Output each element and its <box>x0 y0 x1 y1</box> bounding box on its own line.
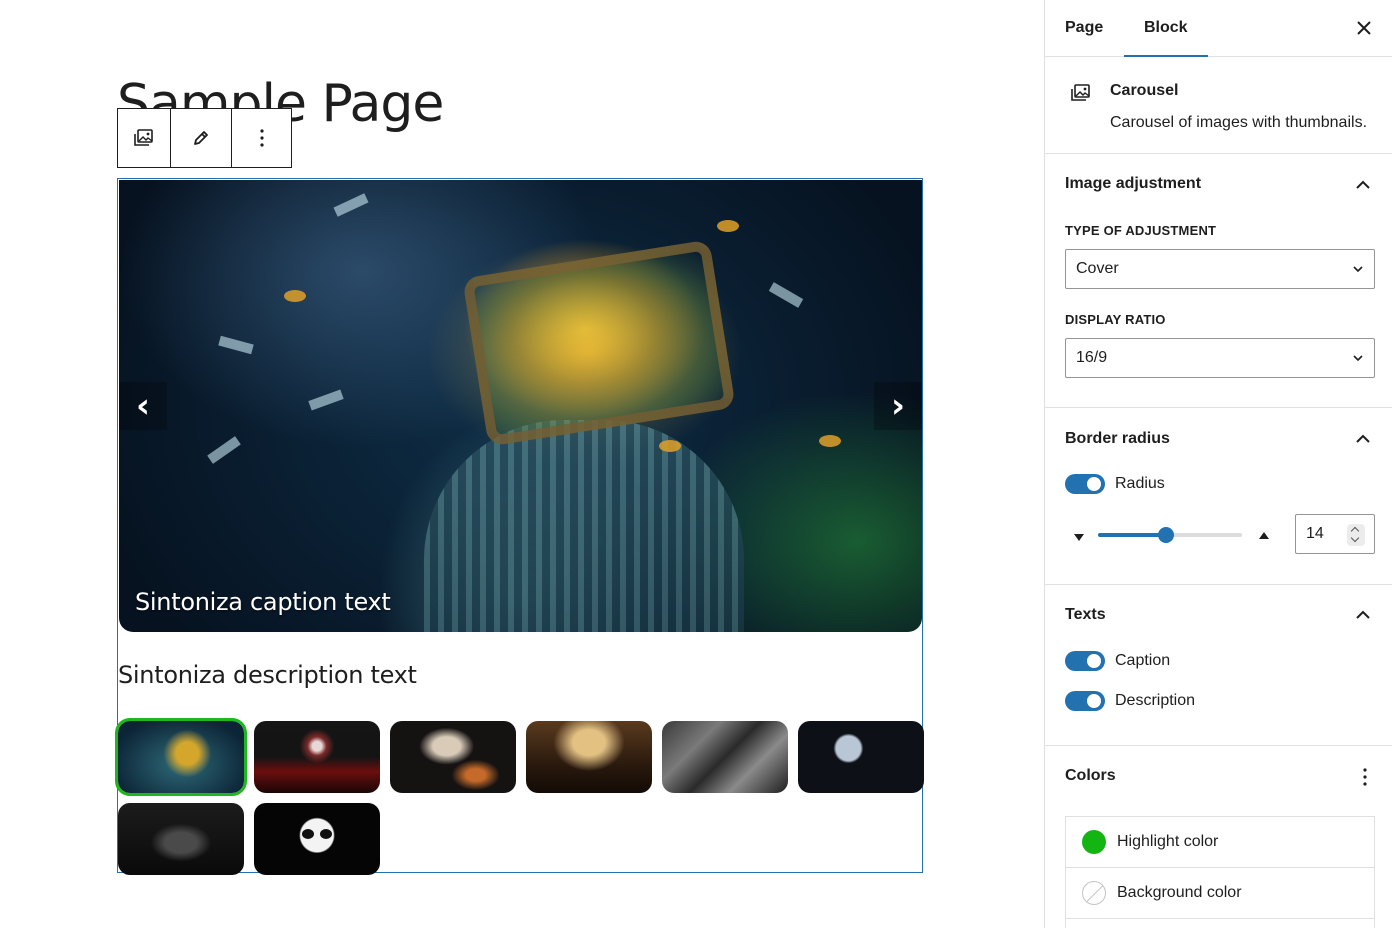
chevron-up-icon <box>1356 610 1370 619</box>
background-color-item[interactable]: Background color <box>1066 868 1374 919</box>
panel-title-image-adjustment[interactable]: Image adjustment <box>1065 175 1201 193</box>
slide-paint-drop <box>819 435 841 447</box>
select-value: Cover <box>1076 260 1119 277</box>
more-vertical-icon <box>1363 768 1367 786</box>
carousel-block[interactable]: ‹ › Sintoniza caption text Sintoniza des… <box>115 178 924 875</box>
slide-shard <box>308 389 344 411</box>
spinner-icon[interactable] <box>1347 524 1365 546</box>
chevron-left-icon: ‹ <box>135 386 150 426</box>
range-thumb[interactable] <box>1157 527 1174 543</box>
color-item-more <box>1066 919 1374 928</box>
display-ratio-select[interactable]: 16/9 <box>1065 338 1375 378</box>
block-card-title: Carousel <box>1110 82 1179 99</box>
chevron-down-icon <box>1353 266 1363 273</box>
toggle-switch[interactable] <box>1065 651 1105 671</box>
color-label: Highlight color <box>1117 833 1219 850</box>
toggle-switch[interactable] <box>1065 691 1105 711</box>
radius-number-input[interactable]: 14 <box>1295 514 1375 554</box>
gallery-icon <box>1071 84 1090 101</box>
radius-range-control: 14 <box>1065 514 1375 554</box>
display-ratio-label: DISPLAY RATIO <box>1065 312 1166 327</box>
slide-shard <box>218 335 254 355</box>
sidebar-tabs: Page Block <box>1045 0 1392 57</box>
chevron-right-icon: › <box>890 386 905 426</box>
close-sidebar-button[interactable] <box>1352 16 1376 40</box>
slide-paint-drop <box>717 220 739 232</box>
thumbnail-1[interactable] <box>115 718 247 796</box>
block-type-button[interactable] <box>118 109 170 167</box>
carousel-next-button[interactable]: › <box>874 382 922 430</box>
chevron-up-icon <box>1356 434 1370 443</box>
range-fill <box>1098 533 1166 537</box>
more-vertical-icon <box>259 129 264 147</box>
color-label: Background color <box>1117 884 1242 901</box>
colors-options-button[interactable] <box>1362 767 1368 792</box>
thumbnail-3[interactable] <box>390 721 516 793</box>
tab-page[interactable]: Page <box>1045 0 1124 56</box>
toggle-switch[interactable] <box>1065 474 1105 494</box>
panel-texts: Texts Caption Description <box>1045 585 1392 746</box>
thumbnail-5[interactable] <box>662 721 788 793</box>
type-of-adjustment-select[interactable]: Cover <box>1065 249 1375 289</box>
block-card: Carousel Carousel of images with thumbna… <box>1045 57 1392 154</box>
highlight-color-item[interactable]: Highlight color <box>1066 817 1374 868</box>
slide-shard <box>207 436 241 464</box>
block-card-description: Carousel of images with thumbnails. <box>1110 114 1368 131</box>
slide-caption[interactable]: Sintoniza caption text <box>135 588 391 616</box>
radius-value: 14 <box>1306 525 1324 542</box>
panel-toggle-button[interactable] <box>1355 606 1371 622</box>
type-of-adjustment-label: TYPE OF ADJUSTMENT <box>1065 223 1217 238</box>
increase-icon[interactable] <box>1259 532 1269 539</box>
slide-figure <box>424 420 744 632</box>
block-toolbar <box>117 108 292 168</box>
slide-paint-drop <box>659 440 681 452</box>
panel-image-adjustment: Image adjustment TYPE OF ADJUSTMENT Cove… <box>1045 154 1392 408</box>
tab-block[interactable]: Block <box>1124 0 1208 57</box>
edit-button[interactable] <box>170 109 231 167</box>
main-slide-image: ‹ › Sintoniza caption text <box>119 180 922 632</box>
panel-title-border-radius[interactable]: Border radius <box>1065 430 1170 448</box>
gallery-icon <box>134 129 153 146</box>
panda-eye <box>320 829 332 839</box>
panel-toggle-button[interactable] <box>1355 176 1371 192</box>
decrease-icon[interactable] <box>1074 534 1084 541</box>
slide-shard <box>768 282 804 308</box>
thumbnail-strip <box>115 718 924 875</box>
select-value: 16/9 <box>1076 349 1108 366</box>
toggle-label: Radius <box>1115 475 1165 492</box>
slide-paint-drop <box>284 290 306 302</box>
panda-eye <box>302 829 314 839</box>
slide-television <box>462 239 736 447</box>
carousel-prev-button[interactable]: ‹ <box>119 382 167 430</box>
range-track[interactable] <box>1098 527 1242 543</box>
panel-title-colors[interactable]: Colors <box>1065 767 1116 785</box>
settings-sidebar: Page Block Carousel Carousel of images w… <box>1044 0 1392 928</box>
no-color-swatch <box>1082 881 1106 905</box>
thumbnail-8[interactable] <box>254 803 380 875</box>
close-icon <box>1357 21 1371 35</box>
panel-title-texts[interactable]: Texts <box>1065 606 1106 624</box>
description-toggle[interactable]: Description <box>1065 691 1195 711</box>
radius-toggle[interactable]: Radius <box>1065 474 1165 494</box>
highlight-color-swatch <box>1082 830 1106 854</box>
chevron-down-icon <box>1353 355 1363 362</box>
thumbnail-6[interactable] <box>798 721 924 793</box>
caption-toggle[interactable]: Caption <box>1065 651 1170 671</box>
thumbnail-7[interactable] <box>118 803 244 875</box>
toggle-label: Description <box>1115 692 1196 709</box>
editor-canvas: Sample Page ‹ › Sintoniza caption text S… <box>0 0 1044 928</box>
slide-shard <box>333 193 369 217</box>
thumbnail-2[interactable] <box>254 721 380 793</box>
carousel-description[interactable]: Sintoniza description text <box>118 661 417 689</box>
thumbnail-4[interactable] <box>526 721 652 793</box>
color-settings-list: Highlight color Background color <box>1065 816 1375 928</box>
toggle-label: Caption <box>1115 652 1171 669</box>
chevron-up-icon <box>1356 180 1370 189</box>
block-options-button[interactable] <box>231 109 291 167</box>
panel-border-radius: Border radius Radius <box>1045 408 1392 585</box>
pencil-icon <box>194 131 208 145</box>
panel-toggle-button[interactable] <box>1355 430 1371 446</box>
